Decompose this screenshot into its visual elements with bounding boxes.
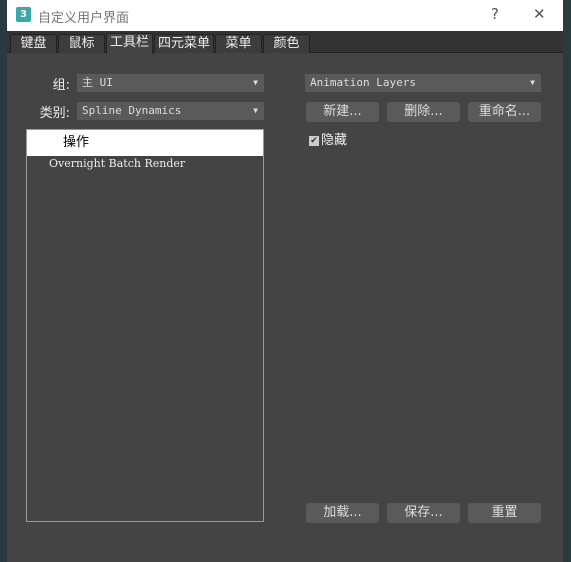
list-header-actions[interactable]: 操作 [27, 130, 263, 156]
window-title: 自定义用户界面 [38, 11, 130, 26]
list-item[interactable]: Overnight Batch Render [27, 156, 263, 172]
tab-colors[interactable]: 颜色 [263, 34, 310, 53]
group-dropdown[interactable]: 主 UI ▼ [77, 74, 264, 92]
new-toolbar-button[interactable]: 新建... [306, 102, 379, 122]
tab-mouse[interactable]: 鼠标 [58, 34, 105, 53]
category-value: Spline Dynamics [82, 104, 182, 117]
reset-button[interactable]: 重置 [468, 503, 541, 523]
checkmark-icon: ✔ [309, 136, 319, 146]
toolbar-value: Animation Layers [310, 76, 416, 89]
customize-ui-dialog: 3 自定义用户界面 ? ✕ 键盘 鼠标 工具栏 四元菜单 菜单 颜色 组: 主 … [7, 0, 563, 562]
dropdown-arrow-icon: ▼ [530, 78, 535, 87]
group-value: 主 UI [82, 76, 113, 89]
tab-quad-menus[interactable]: 四元菜单 [154, 34, 214, 53]
category-label: 类别: [39, 106, 70, 121]
tab-keyboard[interactable]: 键盘 [10, 34, 57, 53]
title-bar: 3 自定义用户界面 ? ✕ [7, 0, 563, 31]
hide-label: 隐藏 [321, 133, 348, 148]
close-button[interactable]: ✕ [533, 5, 546, 23]
rename-toolbar-button[interactable]: 重命名... [468, 102, 541, 122]
action-list[interactable]: 操作 Overnight Batch Render [26, 129, 264, 522]
tab-menus[interactable]: 菜单 [215, 34, 262, 53]
app-logo-icon: 3 [16, 7, 31, 22]
tab-toolbars[interactable]: 工具栏 [106, 33, 153, 54]
help-button[interactable]: ? [491, 5, 499, 23]
toolbar-dropdown[interactable]: Animation Layers ▼ [305, 74, 541, 92]
dropdown-arrow-icon: ▼ [253, 78, 258, 87]
group-label: 组: [52, 78, 70, 93]
tab-bar: 键盘 鼠标 工具栏 四元菜单 菜单 颜色 [7, 31, 563, 54]
save-button[interactable]: 保存... [387, 503, 460, 523]
hide-checkbox[interactable]: ✔ 隐藏 [309, 129, 347, 148]
load-button[interactable]: 加载... [306, 503, 379, 523]
category-dropdown[interactable]: Spline Dynamics ▼ [77, 102, 264, 120]
dropdown-arrow-icon: ▼ [253, 106, 258, 115]
delete-toolbar-button[interactable]: 删除... [387, 102, 460, 122]
